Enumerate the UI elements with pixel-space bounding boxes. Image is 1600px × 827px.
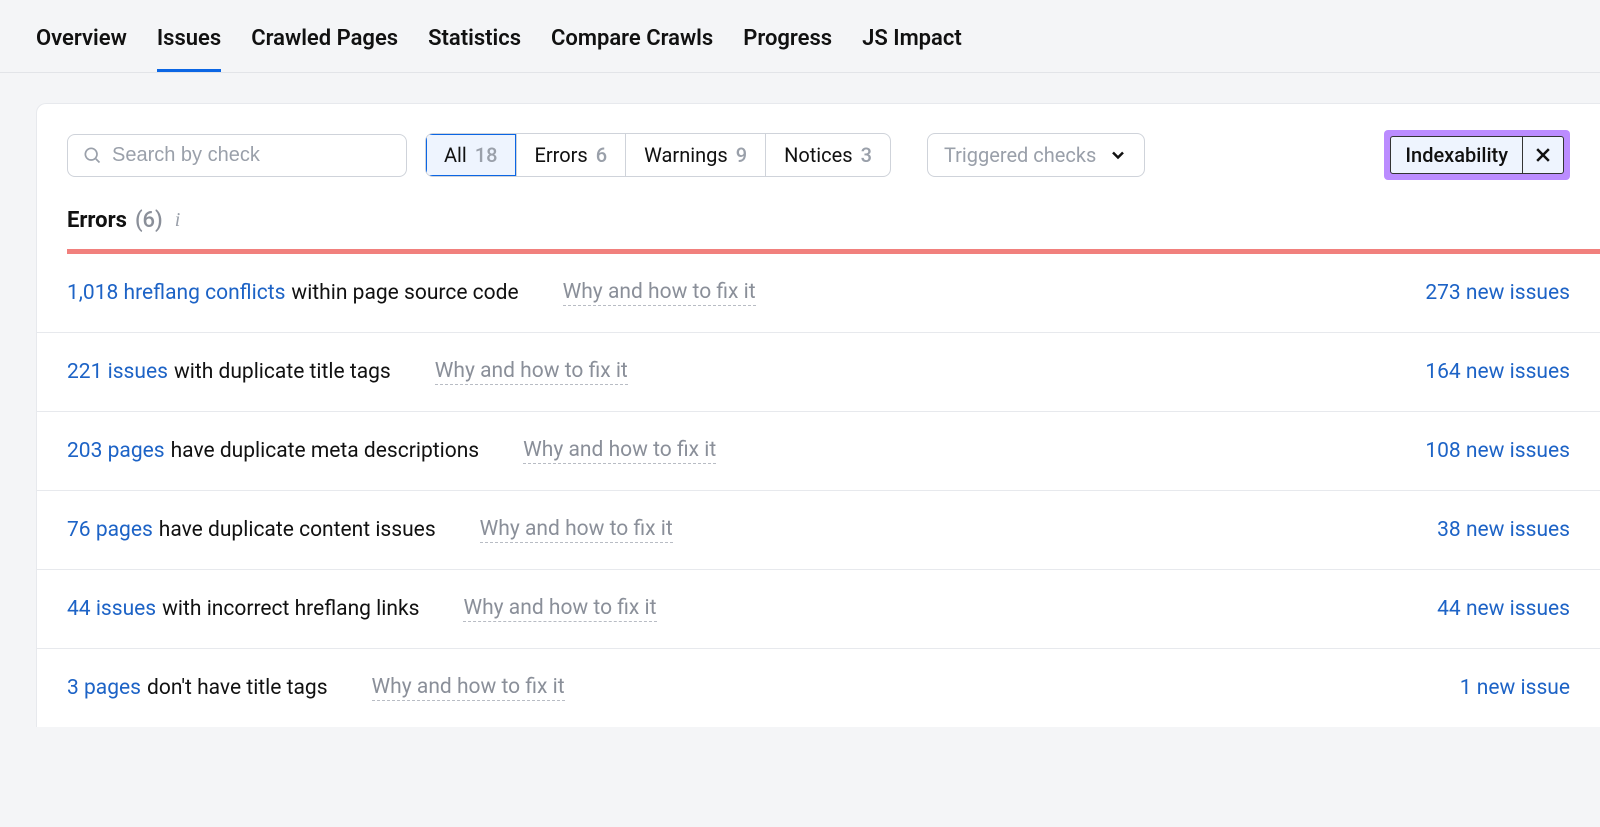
- why-and-how-link[interactable]: Why and how to fix it: [435, 359, 628, 385]
- main-tabs: Overview Issues Crawled Pages Statistics…: [0, 0, 1600, 73]
- issue-description: don't have title tags: [147, 676, 328, 700]
- filter-all-count: 18: [475, 143, 498, 167]
- section-count: (6): [135, 208, 163, 233]
- filter-errors-label: Errors: [535, 143, 588, 167]
- filter-errors-count: 6: [596, 143, 607, 167]
- why-and-how-link[interactable]: Why and how to fix it: [372, 675, 565, 701]
- triggered-checks-dropdown[interactable]: Triggered checks: [927, 133, 1145, 177]
- why-and-how-link[interactable]: Why and how to fix it: [480, 517, 673, 543]
- category-chip-label[interactable]: Indexability: [1391, 137, 1522, 173]
- issue-description: with duplicate title tags: [174, 360, 391, 384]
- filter-errors[interactable]: Errors 6: [517, 134, 627, 176]
- info-icon[interactable]: i: [175, 209, 181, 232]
- issue-description: have duplicate meta descriptions: [171, 439, 480, 463]
- new-issues-link[interactable]: 273 new issues: [1425, 281, 1570, 305]
- why-and-how-link[interactable]: Why and how to fix it: [523, 438, 716, 464]
- issue-row: 3 pages don't have title tags Why and ho…: [37, 649, 1600, 727]
- issue-link[interactable]: 1,018 hreflang conflicts: [67, 281, 285, 305]
- issue-link[interactable]: 76 pages: [67, 518, 153, 542]
- filter-all[interactable]: All 18: [426, 134, 517, 176]
- issue-link[interactable]: 44 issues: [67, 597, 156, 621]
- search-box[interactable]: [67, 134, 407, 177]
- tab-compare-crawls[interactable]: Compare Crawls: [551, 16, 713, 72]
- severity-filter-group: All 18 Errors 6 Warnings 9 Notices 3: [425, 133, 891, 177]
- filter-notices[interactable]: Notices 3: [766, 134, 890, 176]
- dropdown-label: Triggered checks: [944, 143, 1096, 167]
- tab-crawled-pages[interactable]: Crawled Pages: [251, 16, 398, 72]
- filter-warnings-label: Warnings: [644, 143, 728, 167]
- toolbar: All 18 Errors 6 Warnings 9 Notices 3 Tri…: [37, 130, 1600, 208]
- filter-warnings[interactable]: Warnings 9: [626, 134, 766, 176]
- tab-progress[interactable]: Progress: [743, 16, 832, 72]
- tab-statistics[interactable]: Statistics: [428, 16, 521, 72]
- new-issues-link[interactable]: 108 new issues: [1425, 439, 1570, 463]
- new-issues-link[interactable]: 1 new issue: [1460, 676, 1570, 700]
- new-issues-link[interactable]: 38 new issues: [1437, 518, 1570, 542]
- issue-row: 221 issues with duplicate title tags Why…: [37, 333, 1600, 412]
- issue-description: have duplicate content issues: [159, 518, 436, 542]
- issue-row: 1,018 hreflang conflicts within page sou…: [37, 254, 1600, 333]
- section-name: Errors: [67, 208, 127, 233]
- tab-overview[interactable]: Overview: [36, 16, 127, 72]
- why-and-how-link[interactable]: Why and how to fix it: [463, 596, 656, 622]
- issues-panel: All 18 Errors 6 Warnings 9 Notices 3 Tri…: [36, 103, 1600, 727]
- issue-description: within page source code: [291, 281, 518, 305]
- category-chip-highlight: Indexability: [1384, 130, 1570, 180]
- filter-notices-count: 3: [861, 143, 872, 167]
- filter-all-label: All: [444, 143, 467, 167]
- search-input[interactable]: [112, 144, 392, 167]
- category-chip: Indexability: [1390, 136, 1564, 174]
- close-icon: [1533, 145, 1553, 165]
- issue-description: with incorrect hreflang links: [162, 597, 419, 621]
- chevron-down-icon: [1108, 145, 1128, 165]
- new-issues-link[interactable]: 44 new issues: [1437, 597, 1570, 621]
- new-issues-link[interactable]: 164 new issues: [1425, 360, 1570, 384]
- why-and-how-link[interactable]: Why and how to fix it: [563, 280, 756, 306]
- errors-section-title: Errors (6) i: [37, 208, 1600, 249]
- filter-notices-label: Notices: [784, 143, 852, 167]
- search-icon: [82, 145, 102, 165]
- tab-js-impact[interactable]: JS Impact: [862, 16, 962, 72]
- issue-link[interactable]: 221 issues: [67, 360, 168, 384]
- category-chip-remove[interactable]: [1522, 137, 1563, 173]
- issue-link[interactable]: 3 pages: [67, 676, 141, 700]
- issue-row: 44 issues with incorrect hreflang links …: [37, 570, 1600, 649]
- tab-issues[interactable]: Issues: [157, 16, 221, 72]
- filter-warnings-count: 9: [736, 143, 747, 167]
- issue-row: 76 pages have duplicate content issues W…: [37, 491, 1600, 570]
- issue-row: 203 pages have duplicate meta descriptio…: [37, 412, 1600, 491]
- issue-link[interactable]: 203 pages: [67, 439, 165, 463]
